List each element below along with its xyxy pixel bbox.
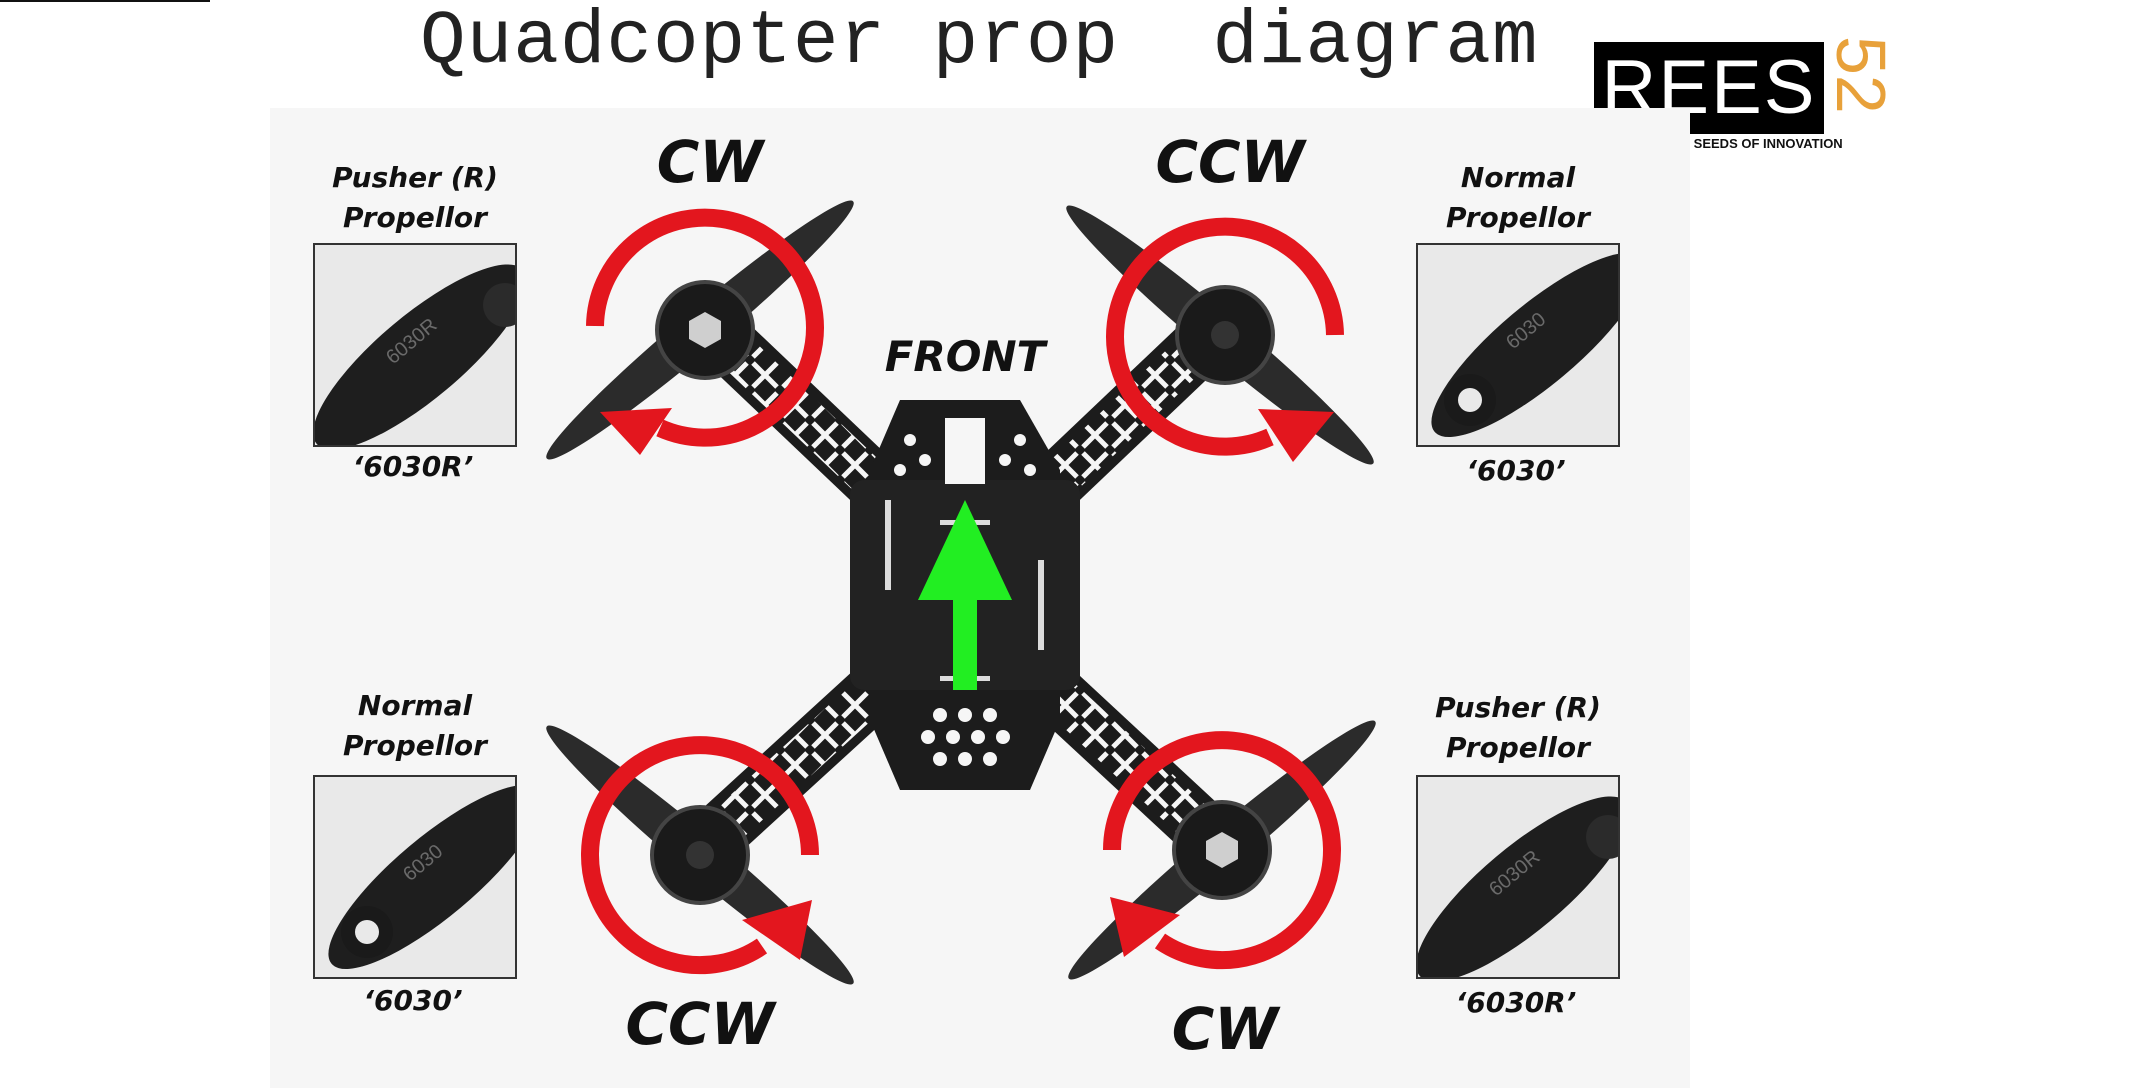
front-label: FRONT xyxy=(884,332,1046,381)
prop-type-top-right: Normal Propellor xyxy=(1408,158,1628,238)
prop-code-top-left: ‘6030R’ xyxy=(352,450,474,483)
prop-code-bottom-right: ‘6030R’ xyxy=(1455,986,1577,1019)
prop-code-top-right: ‘6030’ xyxy=(1466,454,1566,487)
prop-photo-top-left: 6030R xyxy=(313,243,517,447)
prop-type-line1: Normal xyxy=(357,689,473,722)
prop-type-line1: Normal xyxy=(1460,161,1576,194)
prop-code-bottom-left: ‘6030’ xyxy=(363,984,463,1017)
direction-label-bottom-right: CW xyxy=(1171,995,1279,1063)
direction-label-bottom-left: CCW xyxy=(625,990,775,1058)
prop-type-bottom-right: Pusher (R) Propellor xyxy=(1408,688,1628,768)
prop-photo-bottom-right: 6030R xyxy=(1416,775,1620,979)
prop-photo-bottom-left: 6030 xyxy=(313,775,517,979)
prop-type-line2: Propellor xyxy=(1446,731,1590,764)
prop-type-line2: Propellor xyxy=(1446,201,1590,234)
direction-label-top-left: CW xyxy=(656,128,764,196)
prop-type-line2: Propellor xyxy=(343,201,487,234)
prop-type-bottom-left: Normal Propellor xyxy=(305,686,525,766)
prop-photo-top-right: 6030 xyxy=(1416,243,1620,447)
prop-type-line1: Pusher (R) xyxy=(1435,691,1601,724)
prop-type-top-left: Pusher (R) Propellor xyxy=(305,158,525,238)
prop-type-line1: Pusher (R) xyxy=(332,161,498,194)
prop-type-line2: Propellor xyxy=(343,729,487,762)
direction-label-top-right: CCW xyxy=(1155,128,1305,196)
